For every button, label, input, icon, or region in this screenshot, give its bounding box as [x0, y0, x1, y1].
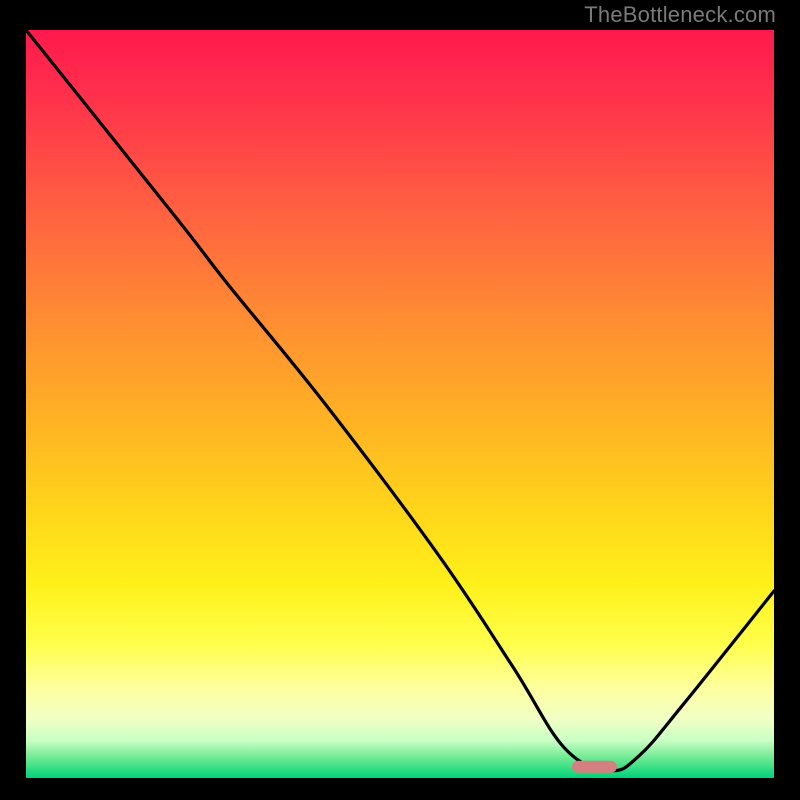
bottleneck-curve	[26, 30, 774, 771]
attribution-text: TheBottleneck.com	[584, 2, 776, 28]
curve-layer	[26, 30, 774, 778]
plot-area	[26, 30, 774, 778]
optimal-marker	[572, 761, 617, 773]
chart-frame: TheBottleneck.com	[0, 0, 800, 800]
